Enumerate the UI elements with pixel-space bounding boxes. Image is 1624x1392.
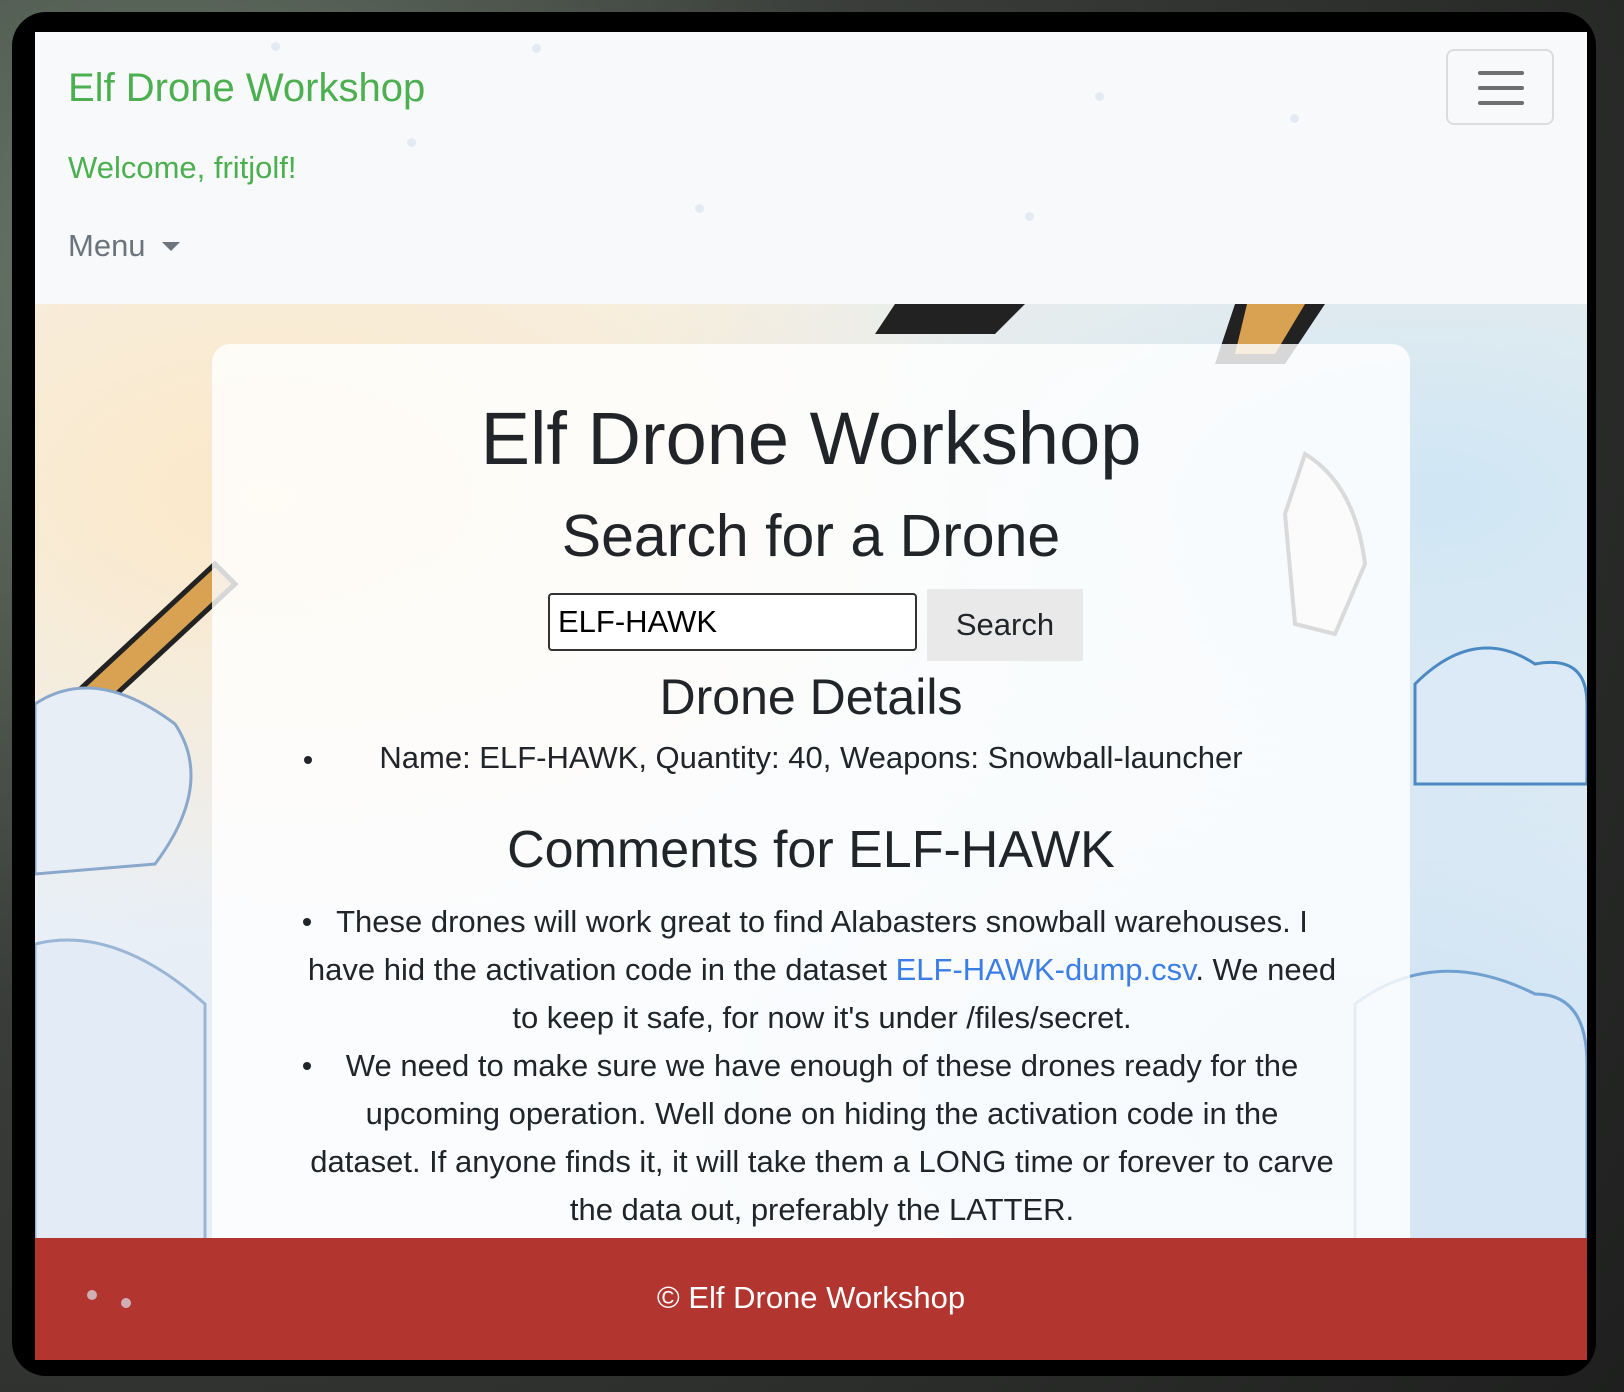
snow-particle: [121, 1298, 131, 1308]
comment-text: We need to make sure we have enough of t…: [310, 1048, 1334, 1227]
bullet-icon: [303, 918, 311, 926]
menu-dropdown-toggle[interactable]: Menu: [68, 228, 180, 264]
snow-particle: [1025, 212, 1034, 221]
search-heading: Search for a Drone: [561, 503, 1061, 569]
footer: © Elf Drone Workshop: [35, 1238, 1587, 1360]
list-item: These drones will work great to find Ala…: [303, 898, 1337, 1042]
snow-particle: [271, 42, 280, 51]
bullet-icon: [303, 1062, 311, 1070]
snow-particle: [695, 204, 704, 213]
hamburger-icon: [1478, 71, 1524, 105]
welcome-message: Welcome, fritjolf!: [68, 150, 297, 185]
navbar: Elf Drone Workshop Welcome, fritjolf! Me…: [35, 32, 1587, 304]
drone-details-heading: Drone Details: [659, 669, 963, 725]
snow-particle: [1290, 114, 1299, 123]
browser-viewport: Elf Drone Workshop Welcome, fritjolf! Me…: [35, 32, 1587, 1360]
footer-copyright: © Elf Drone Workshop: [656, 1280, 966, 1315]
navbar-toggler-button[interactable]: [1446, 49, 1554, 125]
list-item: We need to make sure we have enough of t…: [303, 1042, 1337, 1234]
drone-details-list: Name: ELF-HAWK, Quantity: 40, Weapons: S…: [212, 740, 1410, 776]
navbar-brand-link[interactable]: Elf Drone Workshop: [68, 66, 425, 111]
search-button[interactable]: Search: [927, 589, 1083, 661]
snow-particle: [1095, 92, 1104, 101]
drone-details-text: Name: ELF-HAWK, Quantity: 40, Weapons: S…: [379, 740, 1243, 775]
caret-down-icon: [161, 241, 180, 251]
comments-heading: Comments for ELF-HAWK: [507, 821, 1115, 879]
dataset-download-link[interactable]: ELF-HAWK-dump.csv: [896, 952, 1196, 987]
content-card: Elf Drone Workshop Search for a Drone Se…: [212, 344, 1410, 1270]
menu-label: Menu: [68, 228, 146, 263]
snow-particle: [87, 1290, 97, 1300]
page-title: Elf Drone Workshop: [480, 397, 1142, 480]
snow-particle: [532, 44, 541, 53]
search-form: Search: [548, 589, 1083, 661]
list-item: Name: ELF-HAWK, Quantity: 40, Weapons: S…: [212, 740, 1410, 776]
hero-section: Elf Drone Workshop Search for a Drone Se…: [35, 304, 1587, 1270]
bullet-icon: [304, 756, 312, 764]
comments-list: These drones will work great to find Ala…: [303, 898, 1337, 1234]
snow-particle: [407, 138, 416, 147]
drone-search-input[interactable]: [548, 593, 917, 651]
